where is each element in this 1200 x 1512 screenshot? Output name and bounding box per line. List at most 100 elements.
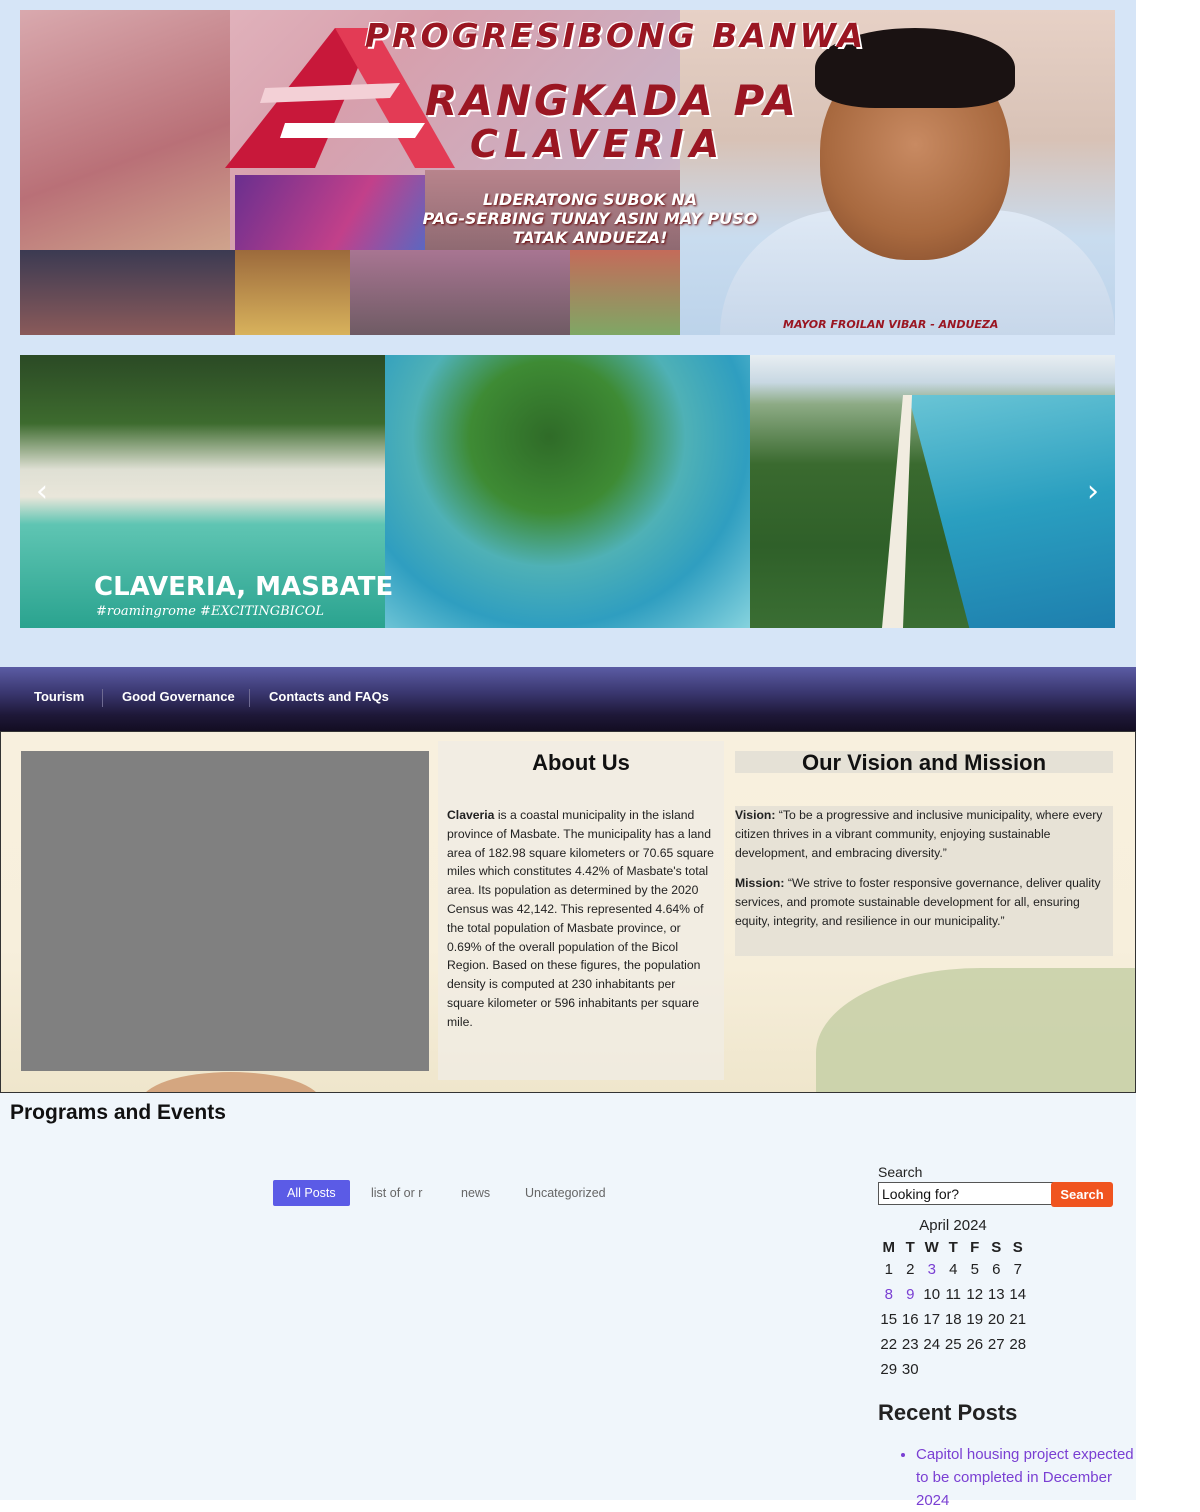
mission-paragraph: Mission: “We strive to foster responsive… [735,874,1111,930]
vision-label: Vision: [735,808,776,822]
calendar-week: 22 23 24 25 26 27 28 [878,1332,1029,1357]
campaign-banner: PROGRESIBONG BANWA RANGKADA PA CLAVERIA … [20,10,1115,335]
filter-uncategorized[interactable]: Uncategorized [525,1180,606,1206]
calendar-day: 12 [966,1286,984,1303]
about-body: is a coastal municipality in the island … [447,808,714,1029]
search-input[interactable] [878,1182,1054,1205]
about-title: About Us [532,750,630,775]
calendar-day: 16 [901,1311,919,1328]
about-name: Claveria [447,808,495,822]
calendar-day: 24 [923,1336,941,1353]
calendar-day: 11 [945,1286,962,1303]
filter-news[interactable]: news [461,1180,490,1206]
calendar-day: 29 [880,1361,898,1378]
search-label: Search [878,1164,923,1180]
calendar-day: 5 [970,1261,979,1278]
calendar: M T W T F S S 1 2 3 4 5 6 7 8 9 10 11 12 13 14 15 16 17 1… [878,1237,1029,1382]
vision-paragraph: Vision: “To be a progressive and inclusi… [735,806,1111,862]
banner-mayor-name: MAYOR FROILAN VIBAR - ANDUEZA [783,318,999,331]
carousel-next-icon[interactable]: › [1087,477,1099,507]
weekday: S [991,1238,1002,1256]
list-item: Capitol housing project expected to be c… [916,1443,1146,1512]
calendar-empty-cell [986,1357,1008,1382]
weekday: W [924,1238,939,1256]
vision-text: “To be a progressive and inclusive munic… [735,808,1103,860]
filter-list[interactable]: list of or r [371,1180,422,1206]
calendar-day: 25 [944,1336,962,1353]
calendar-day[interactable]: 3 [921,1257,943,1282]
banner-photo-4 [235,250,350,335]
programs-title: Programs and Events [10,1101,226,1124]
carousel-prev-icon[interactable]: ‹ [36,477,48,507]
filter-all-posts[interactable]: All Posts [273,1180,350,1206]
banner-headline-1: RANGKADA PA [425,76,799,125]
calendar-day: 17 [923,1311,941,1328]
calendar-caption: April 2024 [919,1217,987,1234]
search-button[interactable]: Search [1051,1182,1113,1207]
banner-photo-1 [20,10,230,250]
calendar-day: 2 [906,1261,915,1278]
mission-text: “We strive to foster responsive governan… [735,876,1101,928]
calendar-day[interactable]: 8 [878,1282,900,1307]
weekday: F [970,1238,980,1256]
weekday: S [1012,1238,1023,1256]
calendar-day: 6 [992,1261,1001,1278]
recent-posts-list: Capitol housing project expected to be c… [878,1443,1146,1512]
vision-mission-text: Vision: “To be a progressive and inclusi… [735,806,1111,943]
calendar-day: 23 [901,1336,919,1353]
decorative-shape [141,1072,321,1092]
nav-item-tourism[interactable]: Tourism [34,689,84,704]
banner-photo-2 [20,250,235,335]
nav-item-contacts-faqs[interactable]: Contacts and FAQs [269,689,389,704]
calendar-week: 1234567 [878,1257,1029,1282]
calendar-empty-cell [1007,1357,1029,1382]
calendar-day: 18 [944,1311,962,1328]
calendar-day: 7 [1013,1261,1022,1278]
calendar-day: 27 [987,1336,1005,1353]
calendar-day: 14 [1009,1286,1027,1303]
carousel-caption: CLAVERIA, MASBATE [94,572,394,602]
calendar-day: 20 [987,1311,1005,1328]
calendar-day: 30 [901,1361,919,1378]
banner-slogan: LIDERATONG SUBOK NA PAG-SERBING TUNAY AS… [422,190,758,247]
recent-posts-title: Recent Posts [878,1400,1018,1425]
nav-divider [102,689,103,707]
video-embed[interactable] [21,751,429,1071]
decorative-shape [816,968,1135,1092]
banner-headline-2: CLAVERIA [470,122,726,166]
calendar-day: 19 [966,1311,984,1328]
vision-mission-title: Our Vision and Mission [801,750,1047,775]
calendar-day: 4 [949,1261,958,1278]
weekday: M [882,1238,896,1256]
weekday: T [948,1238,958,1256]
mission-label: Mission: [735,876,785,891]
calendar-day: 13 [987,1286,1005,1303]
nav-item-good-governance[interactable]: Good Governance [122,689,235,704]
banner-photo-5 [350,250,570,335]
calendar-day: 10 [923,1286,941,1303]
banner-photo-3 [235,175,425,250]
nav-divider [249,689,250,707]
page: PROGRESIBONG BANWA RANGKADA PA CLAVERIA … [0,0,1136,1509]
calendar-body: 1 2 3 4 5 6 7 8 9 10 11 12 13 14 15 16 17 18 19 20 21 22 23 24 2… [878,1257,1029,1382]
calendar-day: 21 [1009,1311,1027,1328]
banner-title: PROGRESIBONG BANWA [365,16,867,55]
calendar-week: 15 16 17 18 19 20 21 [878,1307,1029,1332]
calendar-week: 8 9 10 11 12 13 14 [878,1282,1029,1307]
calendar-day: 26 [966,1336,984,1353]
weekday: T [905,1238,915,1256]
calendar-empty-cell [921,1357,943,1382]
carousel-slide-island [385,355,750,628]
calendar-day: 15 [880,1311,898,1328]
calendar-empty-cell [943,1357,965,1382]
calendar-week: 29 30 [878,1357,1029,1382]
calendar-empty-cell [964,1357,986,1382]
calendar-day[interactable]: 9 [900,1282,922,1307]
main-nav: Tourism Good Governance Contacts and FAQ… [0,667,1136,731]
calendar-day: 22 [880,1336,898,1353]
calendar-day: 28 [1009,1336,1027,1353]
carousel-hashtags: #roamingrome #EXCITINGBICOL [96,604,325,619]
calendar-weekdays: M T W T F S S [878,1237,1029,1257]
banner-photo-6 [570,250,680,335]
calendar-day: 1 [884,1261,893,1278]
